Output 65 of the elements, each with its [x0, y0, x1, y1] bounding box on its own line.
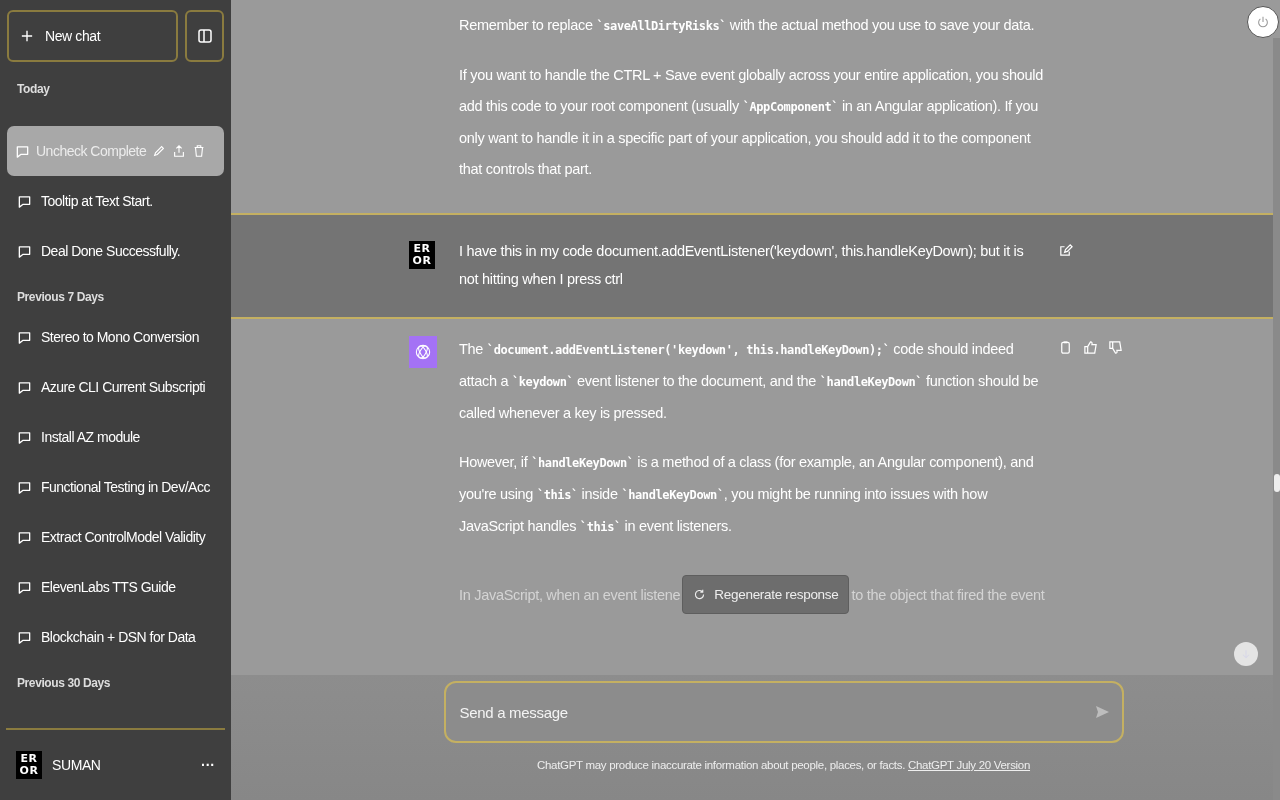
chat-bubble-icon: [17, 579, 32, 595]
user-avatar: ER OR: [16, 751, 42, 779]
scrollbar-thumb[interactable]: [1274, 474, 1280, 492]
chat-item[interactable]: Functional Testing in Dev/Acc: [7, 462, 224, 512]
chat-title: Uncheck Complete: [36, 143, 147, 159]
section-heading: Previous 30 Days: [16, 675, 111, 692]
chat-bubble-icon: [17, 379, 32, 395]
share-icon[interactable]: [172, 144, 187, 158]
chat-title: Blockchain + DSN for Data: [41, 629, 197, 645]
chat-item[interactable]: Blockchain + DSN for Data: [7, 612, 224, 662]
regenerate-button[interactable]: Regenerate response: [682, 575, 850, 614]
chat-title: Tooltip at Text Start.: [41, 193, 154, 209]
sidebar-toggle-button[interactable]: [185, 10, 224, 62]
section-heading: Previous 7 Days: [16, 289, 105, 306]
chat-item[interactable]: ElevenLabs TTS Guide: [7, 562, 224, 612]
message-paragraph: If you want to handle the CTRL + Save event globally across your entire application, you should add this code to your root component (usually `AppComponent` in an Angular application). If you only want to handle it in a specific part of your application, you should add it to the component that controls that part.: [459, 66, 1044, 179]
chat-item[interactable]: Stereo to Mono Conversion: [7, 312, 224, 362]
clipboard-icon[interactable]: [1058, 340, 1073, 355]
chat-bubble-icon: [17, 329, 32, 345]
chat-bubble-icon: [17, 529, 32, 545]
chat-bubble-icon: [17, 479, 32, 495]
chat-bubble-icon: [15, 143, 30, 159]
message-paragraph: to the object that fired the event: [851, 586, 1045, 603]
chat-item[interactable]: Install AZ module: [7, 412, 224, 462]
edit-icon[interactable]: [1058, 243, 1073, 258]
knot-logo-icon: [413, 342, 433, 362]
message-paragraph: Remember to replace `saveAllDirtyRisks` with the actual method you use to save your data.: [459, 16, 1036, 35]
thumbs-up-icon[interactable]: [1083, 340, 1098, 355]
more-options-icon[interactable]: ···: [201, 757, 215, 773]
refresh-icon: [693, 588, 707, 601]
scroll-down-button[interactable]: [1234, 642, 1258, 666]
chat-bubble-icon: [17, 629, 32, 645]
chat-item[interactable]: Deal Done Successfully.: [7, 226, 224, 276]
message-paragraph: In JavaScript, when an event listene: [459, 586, 681, 603]
chat-bubble-icon: [17, 193, 32, 209]
power-button[interactable]: [1247, 6, 1279, 38]
chat-title: Extract ControlModel Validity: [41, 529, 207, 545]
chat-bubble-icon: [17, 429, 32, 445]
message-paragraph: The `document.addEventListener('keydown', this.handleKeyDown);` code should indeed attach a `keydown` event listener to the document, and the `handleKeyDown` function should be called whenever a key is pressed.: [459, 340, 1040, 423]
message-paragraph: I have this in my code document.addEventListener('keydown', this.handleKeyDown); but it is not hitting when I press ctrl: [459, 242, 1025, 289]
message-field[interactable]: Send a message: [443, 681, 1124, 743]
user-menu[interactable]: ER OR SUMAN ···: [6, 728, 225, 800]
power-icon: [1256, 15, 1270, 29]
section-heading: Today: [16, 81, 51, 98]
pencil-icon[interactable]: [152, 144, 167, 158]
chat-title: Functional Testing in Dev/Acc: [41, 479, 211, 495]
new-chat-button[interactable]: New chat: [7, 10, 178, 62]
chat-bubble-icon: [17, 243, 32, 259]
message-input[interactable]: Send a message: [457, 702, 1094, 722]
user-name: SUMAN: [52, 757, 102, 773]
chat-title: Deal Done Successfully.: [41, 243, 182, 259]
message-paragraph: However, if `handleKeyDown` is a method of a class (for example, an Angular component), and you're using `this` inside `handleKeyDown`, you might be running into issues with how JavaScript handles `this` in event listeners.: [459, 453, 1035, 536]
send-icon[interactable]: [1093, 704, 1110, 720]
user-avatar: ER OR: [409, 241, 435, 269]
chat-item[interactable]: Extract ControlModel Validity: [7, 512, 224, 562]
chat-title: Install AZ module: [41, 429, 141, 445]
disclaimer-text: ChatGPT may produce inaccurate information about people, places, or facts. ChatGPT July 20 Version: [536, 759, 1031, 771]
chat-title: ElevenLabs TTS Guide: [41, 579, 177, 595]
sidebar-icon: [196, 28, 213, 44]
chat-title: Azure CLI Current Subscripti: [41, 379, 207, 395]
chat-title: Stereo to Mono Conversion: [41, 329, 200, 345]
chat-item[interactable]: Tooltip at Text Start.: [7, 176, 224, 226]
thumbs-down-icon[interactable]: [1108, 340, 1123, 355]
chat-item[interactable]: Azure CLI Current Subscripti: [7, 362, 224, 412]
plus-icon: [21, 30, 33, 42]
